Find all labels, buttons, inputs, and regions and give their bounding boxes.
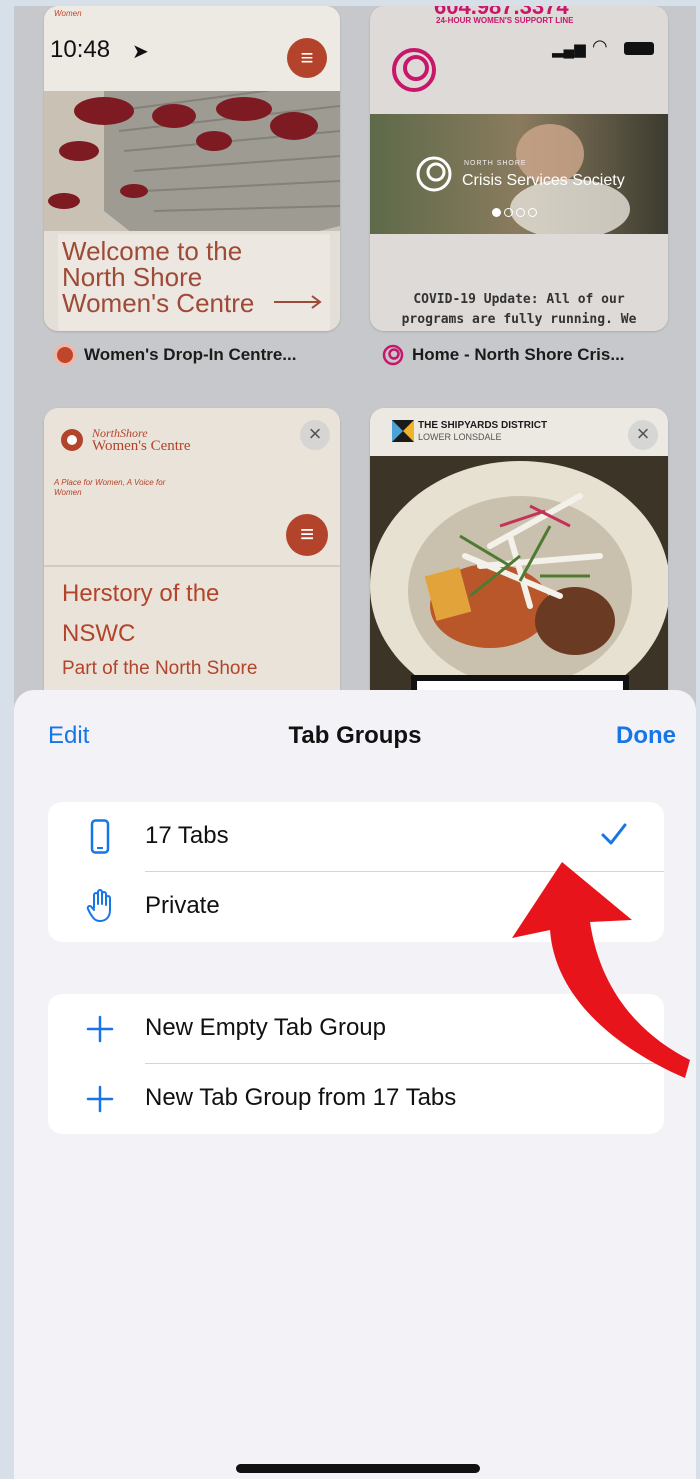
tab-card-crisis-services[interactable]: 604.987.3374 24-HOUR WOMEN'S SUPPORT LIN… <box>370 6 668 331</box>
shipyards-brand-line-2: LOWER LONSDALE <box>418 432 502 442</box>
sheet-title: Tab Groups <box>288 722 422 749</box>
crisis-services-mark-icon <box>416 156 452 192</box>
logo-line-2: Women's Centre <box>92 438 191 454</box>
plus-icon <box>86 1085 114 1113</box>
battery-icon <box>624 42 654 55</box>
close-tab-button[interactable]: × <box>300 420 330 450</box>
covid-notice-line-2: programs are fully running. We <box>401 312 637 327</box>
site-menu-button: ≡ <box>286 514 328 556</box>
annotation-arrow-icon <box>512 862 690 1078</box>
tagline-line-1: A Place for Women, A Voice for <box>54 478 166 487</box>
home-indicator <box>236 1464 480 1473</box>
covid-notice-line-1: COVID-19 Update: All of our <box>413 292 625 307</box>
tab-group-label: 17 Tabs <box>145 822 229 849</box>
tab-title-text: Women's Drop-In Centre... <box>84 345 297 364</box>
carousel-dots <box>492 208 537 217</box>
iphone-icon <box>90 819 110 854</box>
womens-centre-favicon-icon <box>54 344 76 366</box>
crisis-services-favicon-icon <box>382 344 404 366</box>
preview-tag-text: Women <box>54 9 82 18</box>
action-label: New Tab Group from 17 Tabs <box>145 1084 457 1111</box>
tab-overview-screen: Women 10:48 ➤ ≡ Welcome to the North Sho… <box>14 6 696 1479</box>
tab-title-text: Home - North Shore Cris... <box>412 345 625 364</box>
tagline-line-2: Women <box>54 488 82 497</box>
location-arrow-icon: ➤ <box>132 41 149 63</box>
arrow-right-icon <box>274 295 322 309</box>
tab-card-womens-drop-in[interactable]: Women 10:48 ➤ ≡ Welcome to the North Sho… <box>44 6 340 331</box>
nswc-logo-icon <box>61 429 83 451</box>
status-time: 10:48 <box>50 36 111 63</box>
tab-title-womens-drop-in[interactable]: Women's Drop-In Centre... <box>54 344 296 366</box>
welcome-text: Welcome to the North Shore Women's Centr… <box>62 236 255 318</box>
tab-title-crisis-services[interactable]: Home - North Shore Cris... <box>382 344 625 366</box>
subheading-text: Part of the North Shore <box>62 658 258 679</box>
crisis-services-logo-icon <box>392 48 436 92</box>
brand-name-text: Crisis Services Society <box>462 172 625 189</box>
plus-icon <box>86 1015 114 1043</box>
action-label: New Empty Tab Group <box>145 1014 386 1041</box>
site-menu-button: ≡ <box>287 38 327 78</box>
checkmark-icon <box>601 823 627 845</box>
close-tab-button[interactable]: × <box>628 420 658 450</box>
heading-line-1: Herstory of the <box>62 580 220 607</box>
shipyards-brand-line-1: THE SHIPYARDS DISTRICT <box>418 420 548 431</box>
tab-group-label: Private <box>145 892 220 919</box>
support-line-text: 24-HOUR WOMEN'S SUPPORT LINE <box>436 16 574 25</box>
brand-small-text: NORTH SHORE <box>464 160 527 167</box>
wifi-icon: ◠ <box>592 36 608 56</box>
section-divider <box>44 565 340 567</box>
done-button[interactable]: Done <box>616 722 676 750</box>
food-photo-image <box>370 456 668 708</box>
heading-line-2: NSWC <box>62 620 136 647</box>
shipyards-logo-icon <box>392 420 414 442</box>
cellular-signal-icon: ▂▄▆ <box>552 41 586 58</box>
hand-icon <box>86 889 111 922</box>
tab-card-shipyards[interactable]: THE SHIPYARDS DISTRICT LOWER LONSDALE × <box>370 408 668 708</box>
tab-card-herstory-nswc[interactable]: NorthShore Women's Centre × A Place for … <box>44 408 340 708</box>
